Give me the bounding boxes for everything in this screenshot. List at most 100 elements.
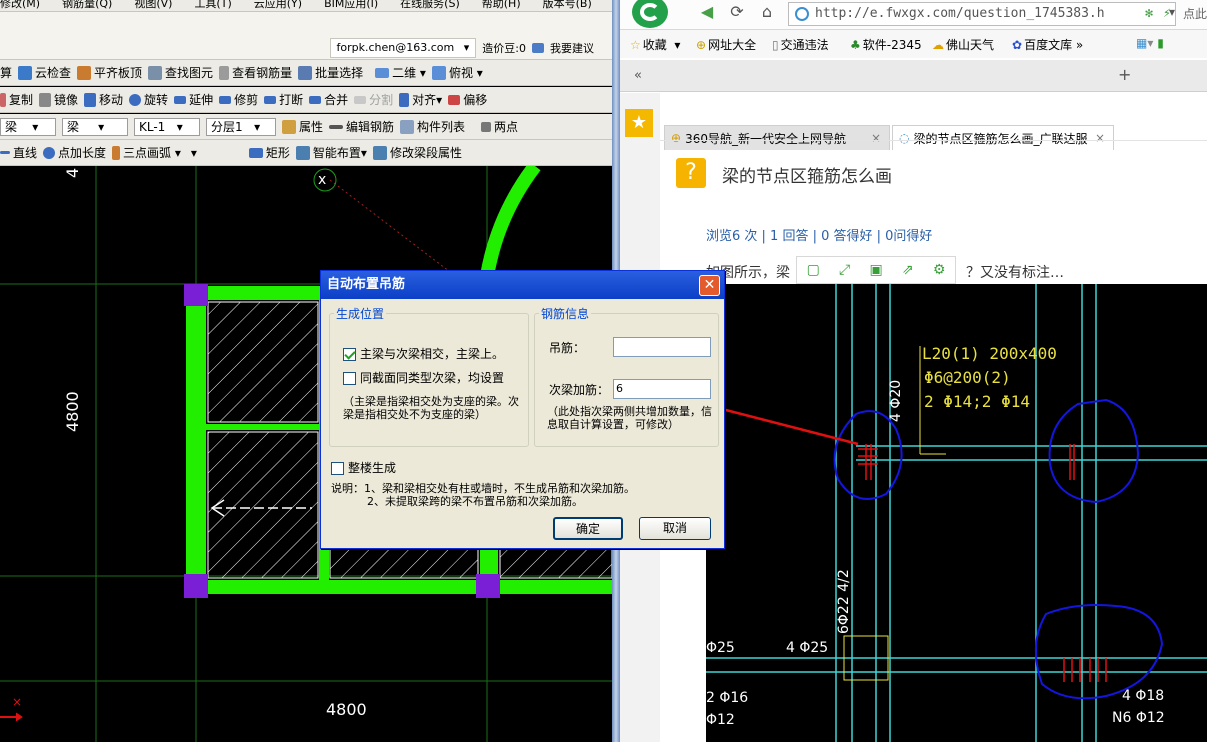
tb2-trim[interactable]: 修剪 xyxy=(219,91,258,108)
menu-item-help[interactable]: 帮助(H) xyxy=(482,0,521,11)
suggest-button[interactable]: 我要建议 xyxy=(532,40,600,56)
tb4-three-point-arc[interactable]: 三点画弧 ▾ xyxy=(112,144,181,161)
tb1-calc[interactable]: 算 xyxy=(0,64,12,81)
tb4-line[interactable]: 直线 xyxy=(0,144,37,161)
category-select-1[interactable]: 梁 ▾ xyxy=(0,117,56,136)
tb2-split[interactable]: 分割 xyxy=(354,91,393,108)
option-same-section-checkbox[interactable] xyxy=(343,372,356,385)
bookmark-tools[interactable]: ▦ ▾ ▮ xyxy=(1136,36,1164,50)
dropdown-button[interactable]: ▾ xyxy=(1159,0,1185,24)
tb2-mirror[interactable]: 镜像 xyxy=(39,91,78,108)
tb2-break[interactable]: 打断 xyxy=(264,91,303,108)
new-tab-button[interactable]: + xyxy=(1118,65,1131,84)
dialog-titlebar[interactable]: 自动布置吊筋 ✕ xyxy=(321,271,724,299)
category-select-2[interactable]: 梁 ▾ xyxy=(62,117,128,136)
properties-icon xyxy=(282,119,296,134)
option-main-secondary-checkbox[interactable] xyxy=(343,348,356,361)
find-icon xyxy=(148,65,163,80)
account-selector[interactable]: forpk.chen@163.com ▾ xyxy=(329,37,477,58)
save-icon[interactable]: ▣ xyxy=(869,262,882,278)
option-same-section[interactable]: 同截面同类型次梁，均设置 xyxy=(343,369,504,386)
copy-image-icon[interactable]: ▢ xyxy=(807,262,820,278)
cancel-button[interactable]: 取消 xyxy=(639,517,711,540)
question-stats[interactable]: 浏览6 次 | 1 回答 | 0 答得好 | 0问得好 xyxy=(706,225,932,244)
bookmark-weather[interactable]: ☁ 佛山天气 xyxy=(932,36,994,53)
settings-icon[interactable]: ⚙ xyxy=(933,262,946,278)
tb1-find[interactable]: 查找图元 xyxy=(148,64,213,81)
tb3-edit-rebar[interactable]: 编辑钢筋 xyxy=(329,118,394,135)
dim-top: 4 xyxy=(63,167,82,178)
tb3-two-points[interactable]: 两点 xyxy=(481,118,518,135)
hanger-input[interactable] xyxy=(613,337,711,357)
menu-item-view[interactable]: 视图(V) xyxy=(134,0,172,11)
ok-button[interactable]: 确定 xyxy=(553,517,623,540)
tb4-modify-span[interactable]: 修改梁段属性 xyxy=(372,144,462,161)
tb1-top-view[interactable]: 俯视 ▾ xyxy=(431,64,483,81)
extend-icon xyxy=(174,95,187,104)
dialog-close-button[interactable]: ✕ xyxy=(699,275,720,296)
tab-360[interactable]: ⊕ 360导航_新一代安全上网导航 × xyxy=(664,125,890,150)
share-icon[interactable]: ⇗ xyxy=(902,262,914,278)
address-tail[interactable]: 点此 xyxy=(1183,5,1207,22)
tb1-2d[interactable]: 二维 ▾ xyxy=(375,64,426,81)
menu-item-tools[interactable]: 工具(T) xyxy=(194,0,231,11)
tab-scroll-left[interactable]: « xyxy=(634,68,642,83)
menu-item-bim[interactable]: BIM应用(I) xyxy=(324,0,378,11)
label-phi12: Φ12 xyxy=(706,712,735,728)
extra-bar-input[interactable]: 6 xyxy=(613,379,711,399)
tab-active-question[interactable]: ◌ 梁的节点区箍筋怎么画_广联达服 × xyxy=(892,125,1114,150)
bookmark-traffic[interactable]: ▯ 交通违法 xyxy=(772,36,829,53)
tb2-extend[interactable]: 延伸 xyxy=(174,91,213,108)
tb1-cloud-check[interactable]: 云检查 xyxy=(18,64,71,81)
tb2-rotate[interactable]: 旋转 xyxy=(129,91,168,108)
label-phi25-b: 4 Φ25 xyxy=(786,640,829,656)
whole-floor-option[interactable]: 整楼生成 xyxy=(331,459,396,476)
tb1-batch-select[interactable]: 批量选择 xyxy=(298,64,363,81)
menu-item-rebar[interactable]: 钢筋量(Q) xyxy=(62,0,112,11)
refresh-url-icon[interactable]: ✻ xyxy=(1145,3,1153,25)
favorite-star-icon[interactable]: ★ xyxy=(625,109,653,137)
dialog-title: 自动布置吊筋 xyxy=(327,277,406,292)
cube-icon xyxy=(431,65,446,80)
tb2-copy[interactable]: 复制 xyxy=(0,91,33,108)
home-button[interactable]: ⌂ xyxy=(754,0,780,24)
cost-beans: 造价豆:0 xyxy=(482,41,526,55)
tb3-properties[interactable]: 属性 xyxy=(282,118,323,135)
tb2-align[interactable]: 对齐 ▾ xyxy=(399,91,442,108)
menu-item-modify[interactable]: 修改(M) xyxy=(0,0,40,11)
tb4-smart-place[interactable]: 智能布置 ▾ xyxy=(295,144,367,161)
menu-item-version[interactable]: 版本号(B) xyxy=(543,0,592,11)
tb1-view-rebar[interactable]: 查看钢筋量 xyxy=(219,64,292,81)
book-icon: ▮ xyxy=(1157,36,1164,50)
tab-active-icon: ◌ xyxy=(899,131,910,145)
vert-label-2: 6Φ22 4/2 xyxy=(836,569,852,634)
tab-active-close[interactable]: × xyxy=(1095,131,1105,145)
tb3-component-list[interactable]: 构件列表 xyxy=(400,118,465,135)
tb2-move[interactable]: 移动 xyxy=(84,91,123,108)
menu-item-online[interactable]: 在线服务(S) xyxy=(400,0,460,11)
url-bar[interactable]: http://e.fwxgx.com/question_1745383.h ✻ … xyxy=(788,2,1176,26)
component-select[interactable]: KL-1 ▾ xyxy=(134,117,200,136)
star-icon: ☆ xyxy=(630,37,641,52)
refresh-button[interactable]: ⟳ xyxy=(724,0,750,24)
tb4-rectangle[interactable]: 矩形 xyxy=(248,144,290,161)
bookmark-software[interactable]: ♣ 软件-2345 xyxy=(850,36,922,53)
tb1-align-slab[interactable]: 平齐板顶 xyxy=(77,64,142,81)
hanger-label: 吊筋： xyxy=(549,341,586,355)
floor-select[interactable]: 分层1 ▾ xyxy=(206,117,276,136)
expand-icon[interactable]: ⤢ xyxy=(839,262,850,278)
back-button[interactable]: ◀ xyxy=(694,0,720,24)
arc-option-select[interactable]: ▾ xyxy=(186,143,243,162)
bookmark-favorites[interactable]: ☆ 收藏 ▾ xyxy=(630,36,680,53)
whole-floor-checkbox[interactable] xyxy=(331,462,344,475)
tb4-point-length[interactable]: 点加长度 xyxy=(43,144,106,161)
menu-item-cloud[interactable]: 云应用(Y) xyxy=(254,0,302,11)
bookmark-sites[interactable]: ⊕ 网址大全 xyxy=(696,36,756,53)
bookmark-wenku[interactable]: ✿ 百度文库 » xyxy=(1012,36,1083,53)
tb2-merge[interactable]: 合并 xyxy=(309,91,348,108)
option-main-secondary[interactable]: 主梁与次梁相交，主梁上。 xyxy=(343,345,504,362)
position-group-legend: 生成位置 xyxy=(336,307,385,321)
desktop: 修改(M) 钢筋量(Q) 视图(V) 工具(T) 云应用(Y) BIM应用(I)… xyxy=(0,0,1207,742)
tb2-offset[interactable]: 偏移 xyxy=(448,91,487,108)
tab-360-close[interactable]: × xyxy=(871,131,881,145)
